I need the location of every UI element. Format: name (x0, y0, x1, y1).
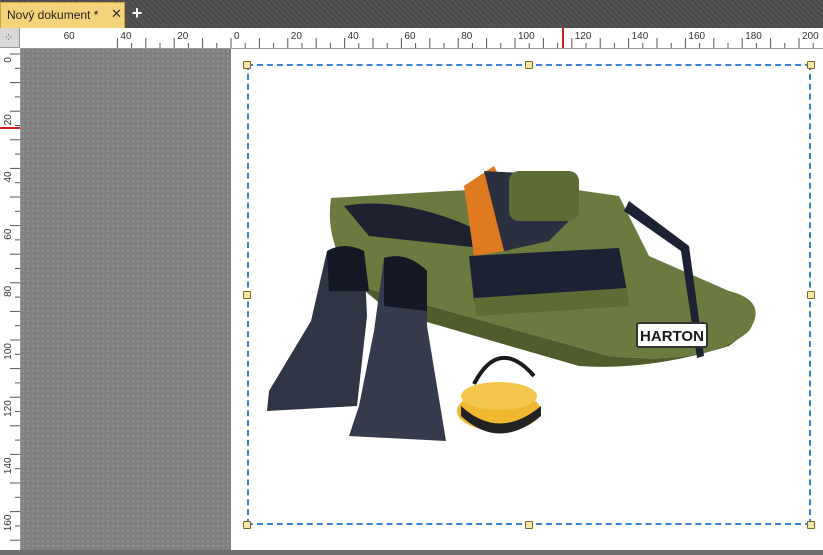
resize-handle-s[interactable] (525, 521, 533, 529)
resize-handle-w[interactable] (243, 291, 251, 299)
resize-handle-nw[interactable] (243, 61, 251, 69)
tab-document[interactable]: Nový dokument * ✕ (0, 2, 125, 28)
ruler-label: 120 (575, 31, 592, 42)
ruler-label: 100 (3, 343, 14, 360)
ruler-label: 0 (3, 57, 14, 63)
horizontal-ruler[interactable]: 60 40 20 0 20 40 60 80 100 120 140 160 180 200 (20, 28, 823, 49)
ruler-corner[interactable]: ⁘ (0, 28, 20, 48)
ruler-label: 160 (3, 514, 14, 531)
close-icon[interactable]: ✕ (111, 6, 122, 22)
ruler-label: 0 (234, 31, 240, 42)
tab-bar: Nový dokument * ✕ + (0, 0, 823, 28)
resize-handle-e[interactable] (807, 291, 815, 299)
resize-handle-se[interactable] (807, 521, 815, 529)
ruler-label: 60 (3, 228, 14, 240)
ruler-label: 100 (518, 31, 535, 42)
ruler-label: 140 (3, 457, 14, 474)
ruler-label: 20 (291, 31, 303, 42)
ruler-label: 60 (404, 31, 416, 42)
tab-label: Nový dokument * (7, 8, 99, 22)
resize-handle-sw[interactable] (243, 521, 251, 529)
ruler-label: 140 (632, 31, 649, 42)
selection-frame[interactable] (247, 64, 811, 525)
ruler-label: 20 (177, 31, 189, 42)
ruler-label: 180 (745, 31, 762, 42)
ruler-label: 60 (64, 31, 76, 42)
new-tab-button[interactable]: + (128, 4, 146, 23)
ruler-label: 160 (688, 31, 705, 42)
workspace-background (21, 49, 231, 550)
ruler-label: 40 (120, 31, 132, 42)
resize-handle-n[interactable] (525, 61, 533, 69)
vertical-ruler[interactable]: 0 20 40 60 80 100 120 140 160 (0, 48, 21, 550)
ruler-label: 80 (461, 31, 473, 42)
ruler-label: 120 (3, 400, 14, 417)
ruler-label: 40 (348, 31, 360, 42)
ruler-label: 20 (3, 114, 14, 126)
ruler-label: 40 (3, 171, 14, 183)
ruler-label: 200 (802, 31, 819, 42)
crosshair-icon: ⁘ (4, 32, 14, 44)
resize-handle-ne[interactable] (807, 61, 815, 69)
ruler-label: 80 (3, 285, 14, 297)
